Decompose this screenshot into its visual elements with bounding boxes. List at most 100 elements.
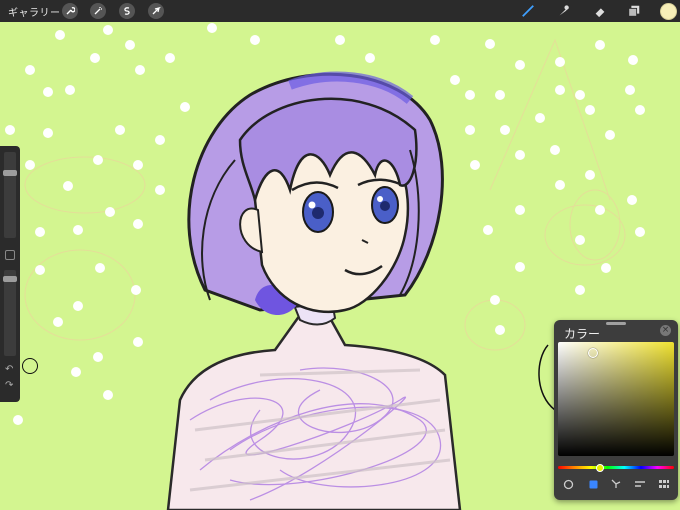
snow-dot bbox=[13, 415, 23, 425]
selection-icon[interactable] bbox=[119, 3, 135, 19]
snow-dot bbox=[635, 105, 645, 115]
snow-dot bbox=[73, 225, 83, 235]
snow-dot bbox=[628, 55, 638, 65]
snow-dot bbox=[601, 263, 611, 273]
snow-dot bbox=[133, 160, 143, 170]
snow-dot bbox=[133, 219, 143, 229]
brush-size-thumb[interactable] bbox=[3, 170, 17, 176]
snow-dot bbox=[63, 181, 73, 191]
snow-dot bbox=[430, 35, 440, 45]
snow-dot bbox=[515, 60, 525, 70]
value-mode-icon[interactable] bbox=[632, 476, 648, 492]
snow-dot bbox=[575, 285, 585, 295]
snow-dot bbox=[103, 390, 113, 400]
snow-dot bbox=[95, 263, 105, 273]
snow-dot bbox=[180, 102, 190, 112]
classic-mode-icon[interactable] bbox=[585, 476, 601, 492]
transform-arrow-icon[interactable] bbox=[148, 3, 164, 19]
top-toolbar: ギャラリー bbox=[0, 0, 680, 22]
snow-dot bbox=[515, 262, 525, 272]
snow-dot bbox=[207, 23, 217, 33]
snow-dot bbox=[585, 105, 595, 115]
color-panel: カラー × bbox=[554, 320, 678, 500]
snow-dot bbox=[25, 160, 35, 170]
snow-dot bbox=[483, 225, 493, 235]
snow-dot bbox=[575, 90, 585, 100]
modify-button[interactable] bbox=[5, 250, 15, 260]
snow-dot bbox=[575, 235, 585, 245]
palette-mode-icon[interactable] bbox=[656, 476, 672, 492]
wrench-icon[interactable] bbox=[62, 3, 78, 19]
snow-dot bbox=[535, 113, 545, 123]
snow-dot bbox=[155, 185, 165, 195]
redo-icon[interactable]: ↷ bbox=[5, 380, 13, 391]
snow-dot bbox=[555, 57, 565, 67]
hue-knob[interactable] bbox=[596, 464, 604, 472]
snow-dot bbox=[35, 265, 45, 275]
snow-dot bbox=[635, 227, 645, 237]
snow-dot bbox=[131, 285, 141, 295]
brush-icon[interactable] bbox=[520, 3, 536, 19]
snow-dot bbox=[125, 40, 135, 50]
snow-dot bbox=[135, 65, 145, 75]
panel-title: カラー bbox=[564, 327, 601, 341]
snow-dot bbox=[365, 53, 375, 63]
disc-mode-icon[interactable] bbox=[560, 476, 576, 492]
saturation-value-picker[interactable] bbox=[558, 342, 674, 456]
snow-dot bbox=[115, 125, 125, 135]
snow-dot bbox=[450, 75, 460, 85]
close-icon[interactable]: × bbox=[660, 325, 671, 336]
smudge-icon[interactable] bbox=[556, 3, 572, 19]
snow-dot bbox=[605, 130, 615, 140]
layers-icon[interactable] bbox=[626, 3, 642, 19]
snow-dot bbox=[335, 35, 345, 45]
hue-slider[interactable] bbox=[558, 464, 674, 472]
snow-dot bbox=[133, 337, 143, 347]
snow-dot bbox=[93, 352, 103, 362]
snow-dot bbox=[585, 170, 595, 180]
snow-dot bbox=[465, 125, 475, 135]
snow-dot bbox=[103, 25, 113, 35]
snow-dot bbox=[550, 145, 560, 155]
brush-cursor bbox=[22, 358, 38, 374]
snow-dot bbox=[490, 295, 500, 305]
snow-dot bbox=[595, 205, 605, 215]
snow-dot bbox=[55, 30, 65, 40]
snow-dot bbox=[470, 160, 480, 170]
snow-dot bbox=[515, 150, 525, 160]
undo-icon[interactable]: ↶ bbox=[5, 364, 13, 375]
left-sidebar: ↶ ↷ bbox=[0, 146, 20, 402]
snow-dot bbox=[555, 85, 565, 95]
snow-dot bbox=[155, 135, 165, 145]
snow-dot bbox=[485, 39, 495, 49]
snow-dot bbox=[555, 180, 565, 190]
harmony-mode-icon[interactable] bbox=[608, 476, 624, 492]
opacity-slider[interactable] bbox=[3, 270, 17, 356]
panel-drag-handle[interactable] bbox=[606, 322, 626, 325]
snow-dot bbox=[165, 53, 175, 63]
snow-dot bbox=[65, 85, 75, 95]
snow-dot bbox=[105, 207, 115, 217]
snow-dot bbox=[5, 125, 15, 135]
snow-dot bbox=[90, 53, 100, 63]
color-picker-knob[interactable] bbox=[588, 348, 598, 358]
snow-dot bbox=[500, 125, 510, 135]
snow-dot bbox=[25, 65, 35, 75]
snow-dot bbox=[625, 85, 635, 95]
eraser-icon[interactable] bbox=[592, 3, 608, 19]
snow-dot bbox=[53, 317, 63, 327]
snow-dot bbox=[71, 367, 81, 377]
snow-dot bbox=[495, 325, 505, 335]
snow-dot bbox=[43, 128, 53, 138]
magic-wand-icon[interactable] bbox=[90, 3, 106, 19]
snow-dot bbox=[627, 195, 637, 205]
snow-dot bbox=[595, 40, 605, 50]
color-mode-bar bbox=[558, 476, 674, 494]
snow-dot bbox=[35, 227, 45, 237]
snow-dot bbox=[73, 301, 83, 311]
brush-size-slider[interactable] bbox=[3, 152, 17, 238]
snow-dot bbox=[250, 35, 260, 45]
opacity-thumb[interactable] bbox=[3, 276, 17, 282]
color-swatch[interactable] bbox=[660, 3, 677, 20]
gallery-button[interactable]: ギャラリー bbox=[8, 4, 61, 19]
